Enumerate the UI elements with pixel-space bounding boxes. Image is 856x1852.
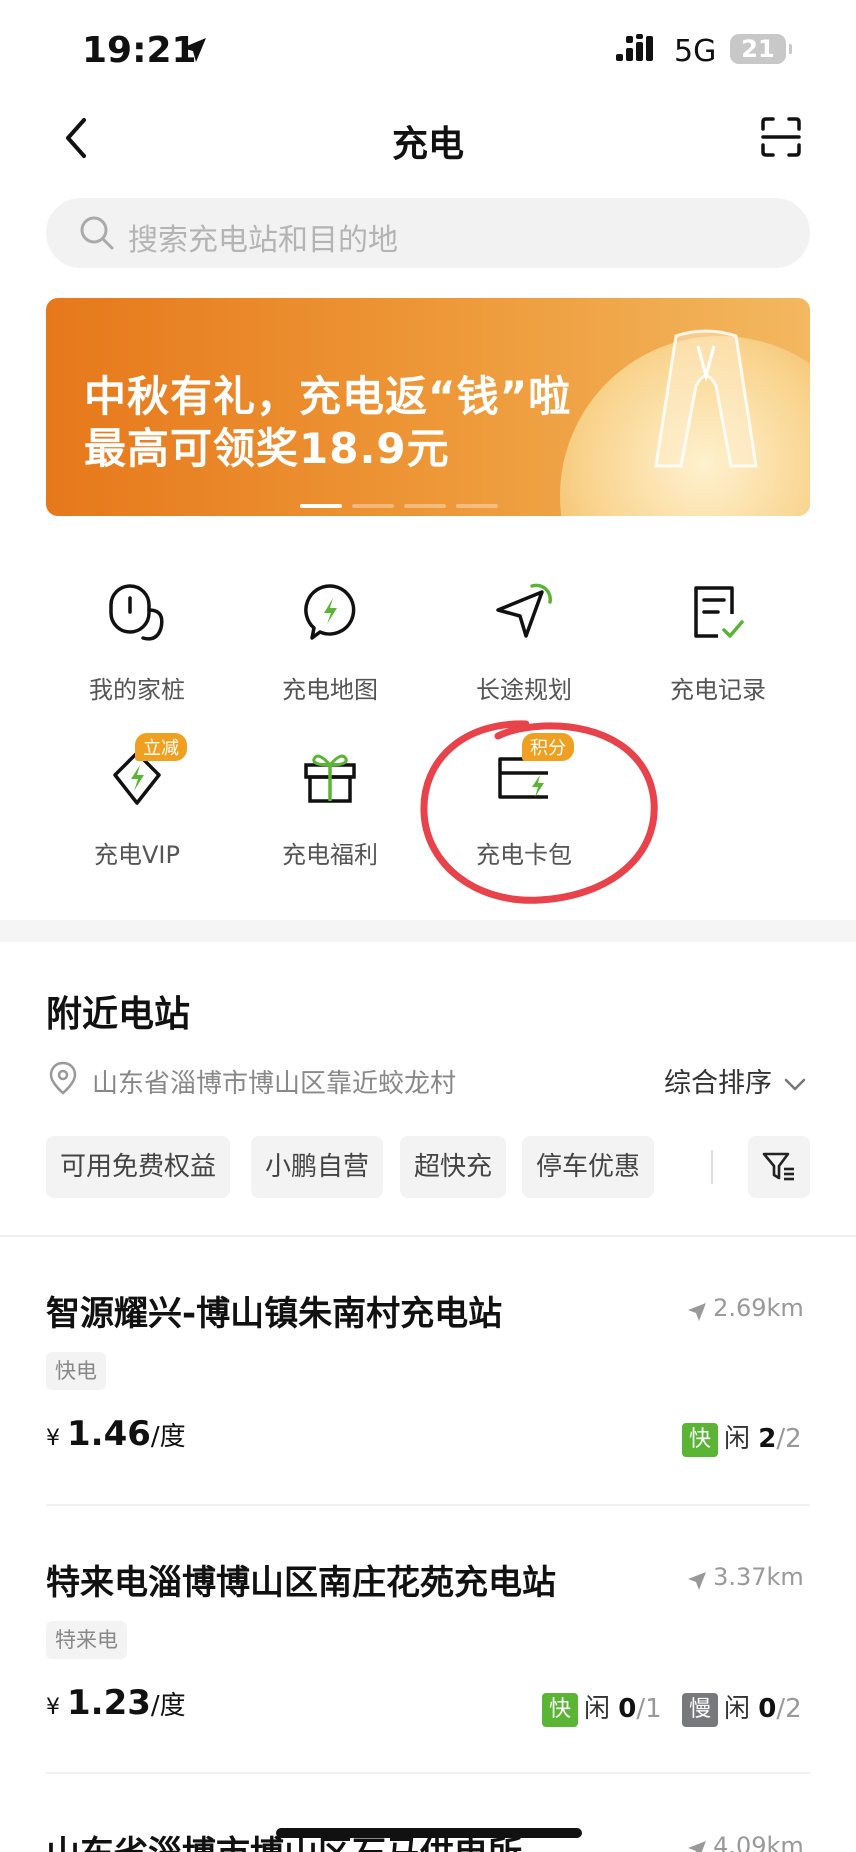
fn-charge-record[interactable]: 充电记录 [620,580,816,705]
fn-charge-vip[interactable]: 立减 充电VIP [39,733,235,870]
filter-chip-parking-discount[interactable]: 停车优惠 [522,1136,655,1198]
fn-label: 充电记录 [670,676,766,704]
slow-availability: 慢闲 0/2 [682,1688,802,1727]
fn-charge-map[interactable]: 充电地图 [232,580,428,705]
vip-badge: 立减 [135,733,187,761]
slow-badge: 慢 [682,1692,718,1727]
station-name: 智源耀兴-博山镇朱南村充电站 [46,1294,503,1334]
station-card[interactable] [0,1506,856,1774]
fn-label: 我的家桩 [89,676,185,704]
station-card[interactable]: 山东省淄博市博山区石马供电所 4.09km [0,1774,856,1852]
total-count: /1 [636,1694,662,1724]
fn-charge-welfare[interactable]: 充电福利 [232,745,428,870]
total-count: /2 [776,1694,802,1724]
battery-indicator: 21 [730,34,792,64]
idle-count: 0 [618,1694,637,1724]
filter-chip-super-fast[interactable]: 超快充 [400,1136,507,1198]
filter-chip-free-benefit[interactable]: 可用免费权益 [46,1136,231,1198]
search-icon [80,216,114,250]
rocket-graphic [654,329,758,468]
section-divider [0,920,856,942]
station-distance: 3.37km [686,1563,804,1592]
total-count: /2 [776,1424,802,1454]
distance-arrow-icon [688,1571,706,1590]
price-unit: /度 [150,1691,186,1721]
station-distance: 4.09km [686,1832,804,1852]
nearby-title: 附近电站 [46,994,191,1035]
currency: ¥ [46,1426,60,1451]
navigation-icon [496,583,552,638]
chip-separator [711,1150,713,1184]
idle-label: 闲 [724,1694,751,1724]
network-type: 5G [674,34,717,69]
price-value: 1.23 [67,1683,151,1723]
home-indicator[interactable] [276,1828,582,1838]
fn-label: 长途规划 [476,676,572,704]
fast-availability: 快闲 2/2 [682,1418,802,1457]
banner-subline: 最高可领奖18.9元 [84,424,450,473]
page-title: 充电 [391,124,464,165]
distance-text: 4.09km [713,1832,804,1852]
chevron-down-icon [784,1078,805,1090]
location-text: 山东省淄博市博山区靠近蛟龙村 [92,1069,457,1099]
banner-dot [300,504,342,508]
price-value: 1.46 [67,1414,151,1454]
fast-availability: 快闲 0/1 [542,1688,662,1727]
station-tag: 特来电 [46,1621,127,1659]
idle-count: 0 [758,1694,777,1724]
record-icon [694,586,744,638]
charge-map-icon [304,584,356,640]
idle-label: 闲 [724,1424,751,1454]
location-arrow-icon [182,38,206,62]
fast-badge: 快 [682,1422,718,1457]
distance-arrow-icon [688,1840,706,1852]
gift-icon [304,754,356,803]
station-card[interactable] [0,1236,856,1504]
fn-label: 充电地图 [282,676,378,704]
idle-label: 闲 [584,1694,611,1724]
banner-dot [456,504,498,508]
fn-long-trip[interactable]: 长途规划 [426,580,622,705]
scan-icon[interactable] [760,116,802,158]
search-input[interactable]: 搜索充电站和目的地 [128,215,398,259]
station-name: 特来电淄博博山区南庄花苑充电站 [46,1563,556,1603]
fn-my-home-charger[interactable]: 我的家桩 [39,580,235,705]
banner-pagination [300,493,508,512]
distance-arrow-icon [688,1302,706,1321]
location-pin-icon [49,1061,77,1095]
signal-icon [616,34,653,61]
banner-dot [404,504,446,508]
filter-chip-xpeng-owned[interactable]: 小鹏自营 [251,1136,384,1198]
station-price: ¥ 1.46/度 [46,1414,186,1454]
sort-dropdown[interactable]: 综合排序 [664,1061,807,1100]
price-unit: /度 [150,1422,186,1452]
currency: ¥ [46,1695,60,1720]
station-price: ¥ 1.23/度 [46,1683,186,1723]
annotation-circle [420,720,658,904]
banner-dot [352,504,394,508]
station-tag: 快电 [46,1352,106,1390]
filter-button[interactable] [748,1136,810,1198]
distance-text: 3.37km [713,1563,804,1591]
fn-label: 充电福利 [282,841,378,869]
idle-count: 2 [758,1424,777,1454]
station-distance: 2.69km [686,1294,804,1323]
sort-label: 综合排序 [664,1068,772,1099]
fast-badge: 快 [542,1692,578,1727]
filter-icon [762,1152,794,1181]
home-charger-icon [109,584,164,641]
distance-text: 2.69km [713,1294,804,1322]
fn-label: 充电VIP [94,841,180,869]
